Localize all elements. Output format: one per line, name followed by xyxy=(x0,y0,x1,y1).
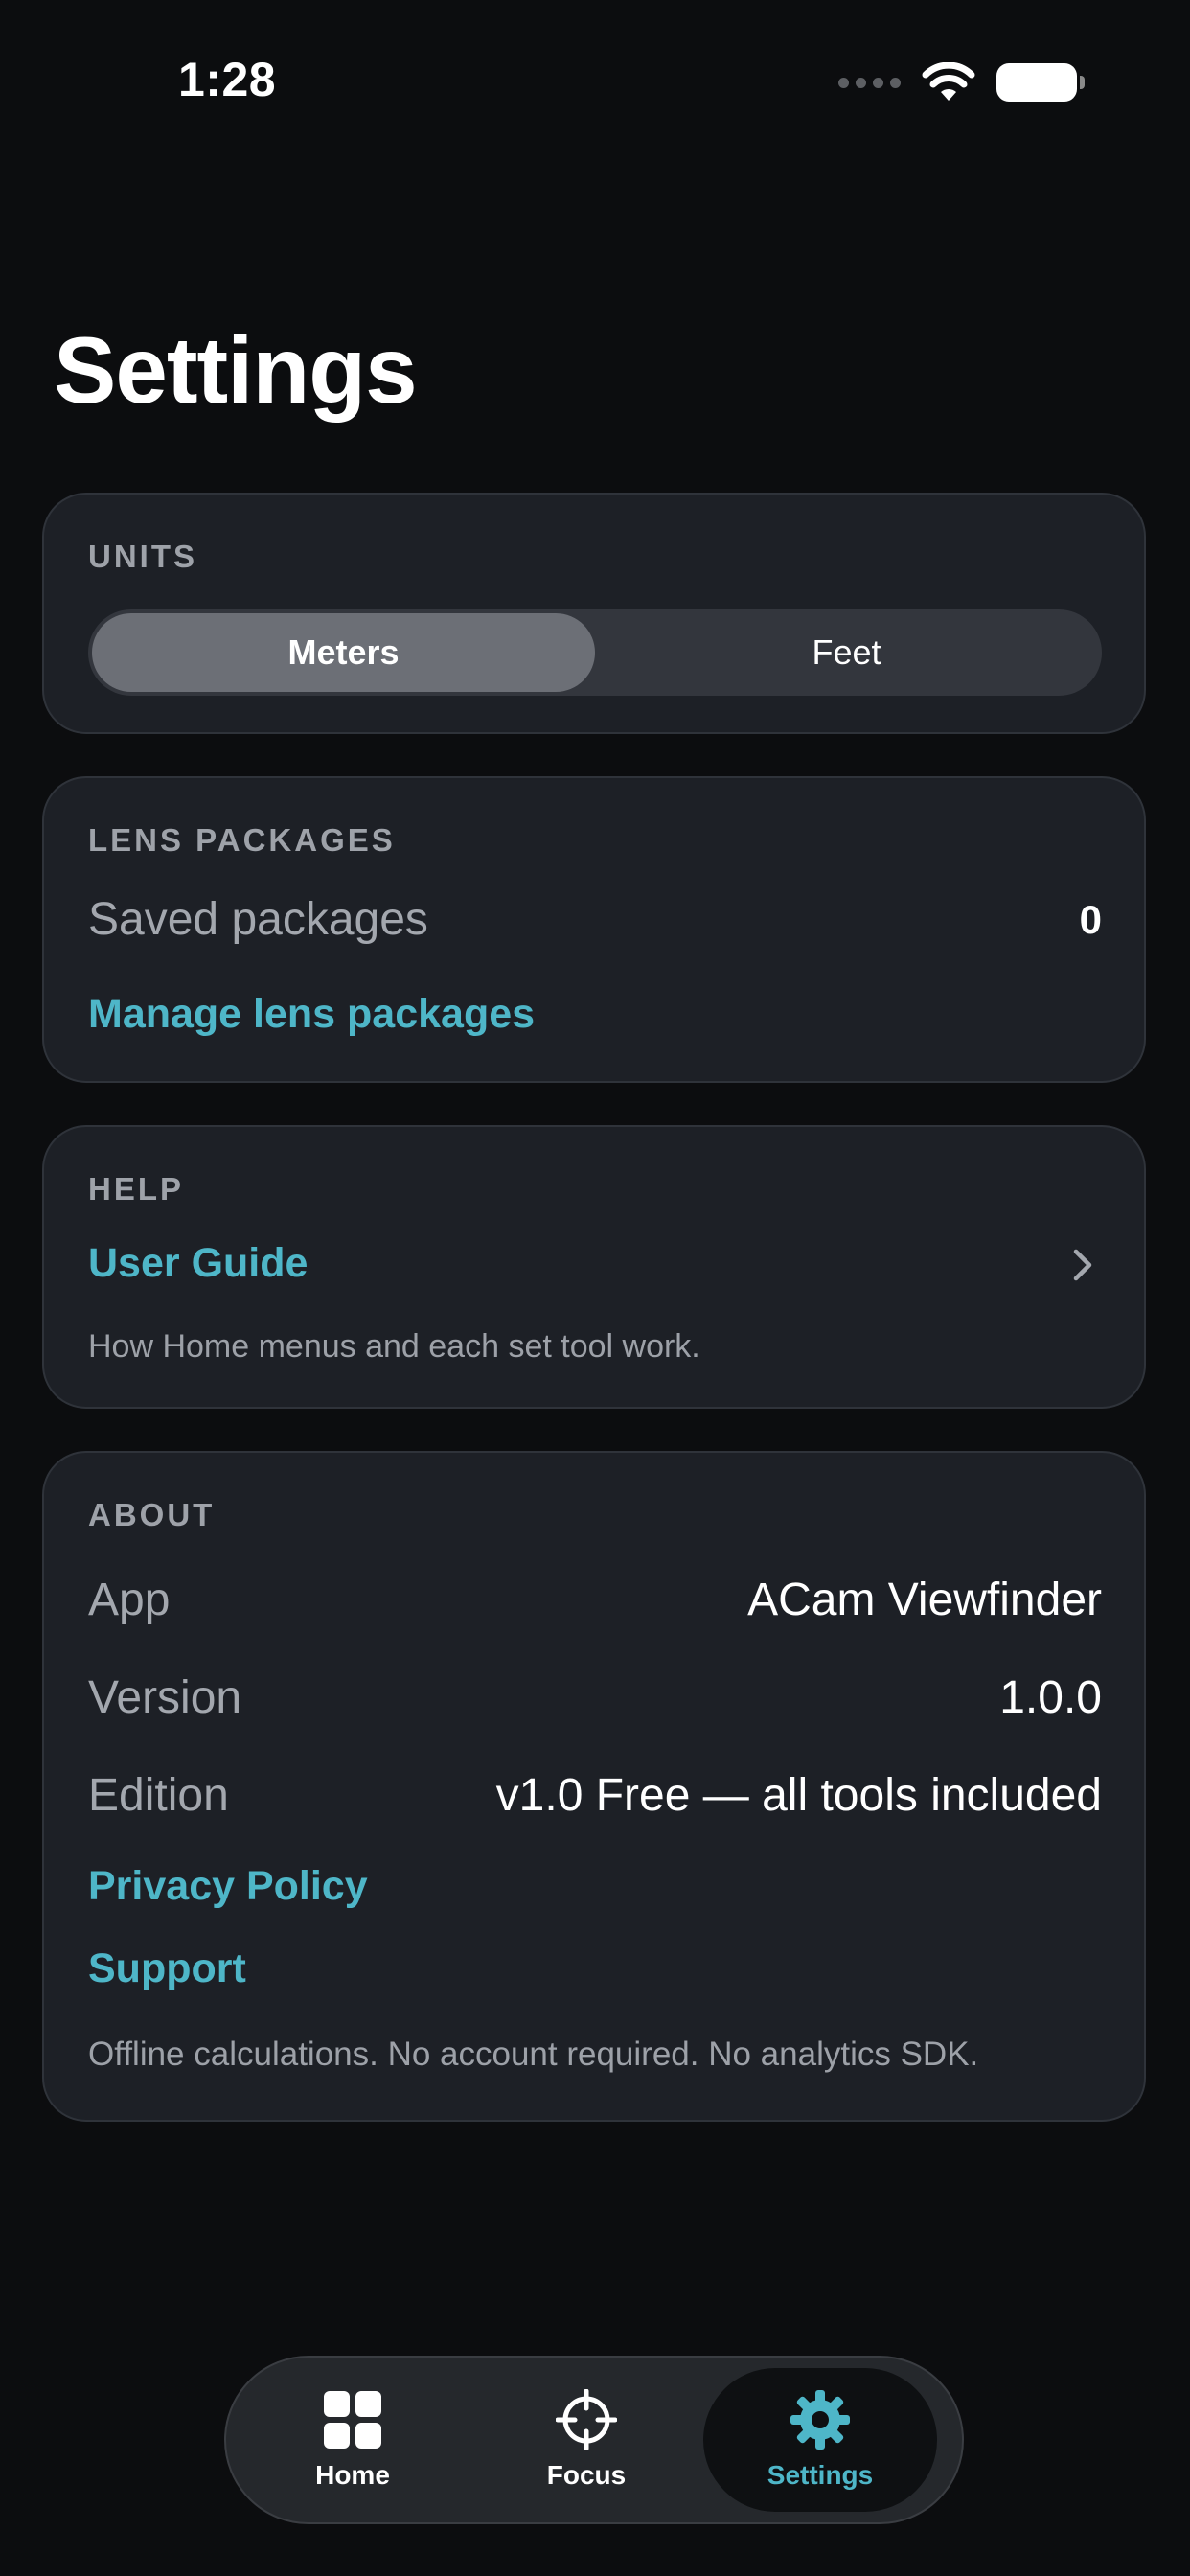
support-link[interactable]: Support xyxy=(88,1945,246,1992)
manage-lens-packages-link[interactable]: Manage lens packages xyxy=(88,991,535,1038)
grid-icon xyxy=(324,2391,381,2449)
battery-icon xyxy=(996,63,1085,102)
gear-icon xyxy=(790,2390,850,2450)
tab-focus-label: Focus xyxy=(546,2460,627,2490)
about-version-label: Version xyxy=(88,1672,242,1723)
units-card: UNITS Meters Feet xyxy=(42,493,1146,734)
tab-settings[interactable]: Settings xyxy=(703,2368,937,2512)
tab-settings-label: Settings xyxy=(767,2460,874,2490)
help-card: HELP User Guide How Home menus and each … xyxy=(42,1125,1146,1409)
about-edition-label: Edition xyxy=(88,1770,229,1821)
crosshair-icon xyxy=(556,2389,617,2450)
lens-packages-card: LENS PACKAGES Saved packages 0 Manage le… xyxy=(42,776,1146,1083)
units-header: UNITS xyxy=(88,539,197,574)
about-header: ABOUT xyxy=(88,1497,216,1532)
status-indicators xyxy=(838,59,1085,105)
about-note: Offline calculations. No account require… xyxy=(88,2036,979,2073)
privacy-policy-link[interactable]: Privacy Policy xyxy=(88,1863,368,1910)
about-app-label: App xyxy=(88,1575,171,1625)
user-guide-link[interactable]: User Guide xyxy=(88,1240,308,1287)
tab-home-label: Home xyxy=(315,2460,390,2490)
about-version-value: 1.0.0 xyxy=(999,1672,1102,1723)
cellular-signal-icon xyxy=(838,77,901,88)
chevron-right-icon[interactable] xyxy=(1064,1246,1102,1284)
tab-home[interactable]: Home xyxy=(236,2368,469,2512)
units-segmented-control: Meters Feet xyxy=(88,610,1102,696)
status-time: 1:28 xyxy=(178,53,277,106)
units-option-feet[interactable]: Feet xyxy=(595,613,1098,692)
user-guide-description: How Home menus and each set tool work. xyxy=(88,1328,700,1365)
wifi-icon xyxy=(922,62,975,101)
page-title: Settings xyxy=(54,317,418,423)
about-card: ABOUT App ACam Viewfinder Version 1.0.0 … xyxy=(42,1451,1146,2122)
units-option-meters[interactable]: Meters xyxy=(92,613,595,692)
about-app-value: ACam Viewfinder xyxy=(747,1575,1102,1625)
tab-focus[interactable]: Focus xyxy=(469,2368,703,2512)
tab-bar: Home Focus Settings xyxy=(224,2356,964,2524)
saved-packages-count: 0 xyxy=(1079,897,1102,942)
settings-screen: 1:28 Settings UNITS Meters Feet LENS PAC… xyxy=(0,0,1190,2576)
saved-packages-label: Saved packages xyxy=(88,894,428,945)
lens-packages-header: LENS PACKAGES xyxy=(88,822,396,858)
about-edition-value: v1.0 Free — all tools included xyxy=(495,1770,1102,1821)
help-header: HELP xyxy=(88,1171,185,1207)
